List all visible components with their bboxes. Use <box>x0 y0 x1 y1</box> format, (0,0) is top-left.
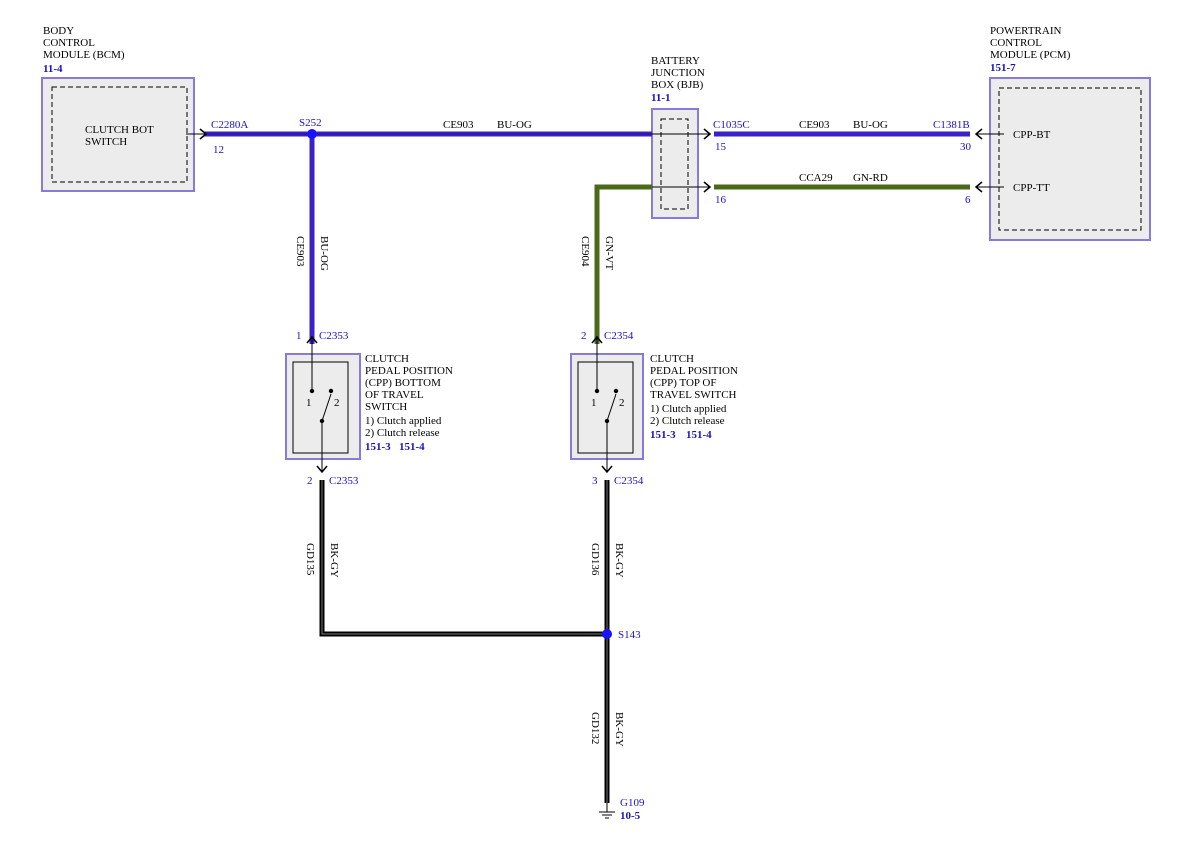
connector-c1381b: C1381B <box>933 119 970 131</box>
splice-s143-label: S143 <box>618 629 641 641</box>
connector-c2354-top: C2354 <box>604 330 634 342</box>
ground-g109-ref[interactable]: 10-5 <box>620 810 640 822</box>
cpp-bottom-states: 1) Clutch applied 2) Clutch release <box>365 415 442 439</box>
cpp-bottom-ref-1[interactable]: 151-3 <box>365 441 391 453</box>
pcm-title: POWERTRAIN CONTROL MODULE (PCM) <box>990 25 1071 61</box>
pcm-pin-cpp-bt: CPP-BT <box>1013 129 1051 141</box>
bjb-connector-arrows <box>703 128 712 193</box>
cpp-bottom-title: CLUTCH PEDAL POSITION (CPP) BOTTOM OF TR… <box>365 353 453 413</box>
circuit-gd135-id: GD135 <box>304 543 316 576</box>
circuit-gd132-id: GD132 <box>589 712 601 745</box>
bcm-ref[interactable]: 11-4 <box>43 63 63 75</box>
bjb-ref[interactable]: 11-1 <box>651 92 671 104</box>
circuit-ce903-vert-id: CE903 <box>294 236 306 267</box>
circuit-ce903-right-id: CE903 <box>799 119 830 131</box>
bcm-title: BODY CONTROL MODULE (BCM) <box>43 25 125 61</box>
circuit-ce903-right-color: BU-OG <box>853 119 888 131</box>
connector-c2353-top: C2353 <box>319 330 349 342</box>
cpp-top-ref-1[interactable]: 151-3 <box>650 429 676 441</box>
cpp-bottom-ref-2[interactable]: 151-4 <box>399 441 425 453</box>
connector-c2354-top-pin: 2 <box>581 330 587 342</box>
splice-s252-dot <box>307 129 317 139</box>
cpp-bottom-switch <box>285 335 361 474</box>
circuit-ce903-left-id: CE903 <box>443 119 474 131</box>
bjb-title: BATTERY JUNCTION BOX (BJB) <box>651 55 705 91</box>
cpp-bottom-pos-2: 2 <box>334 397 340 409</box>
pcm-pin-cpp-tt: CPP-TT <box>1013 182 1050 194</box>
cpp-top-ref-2[interactable]: 151-4 <box>686 429 712 441</box>
cpp-top-switch <box>570 335 644 474</box>
circuit-gd132-color: BK-GY <box>613 712 625 747</box>
pcm-module <box>989 77 1151 241</box>
bjb-module <box>596 108 710 219</box>
circuit-ce903-left-color: BU-OG <box>497 119 532 131</box>
ground-g109-label: G109 <box>620 797 645 809</box>
circuit-ce903-vert-color: BU-OG <box>318 236 330 271</box>
connector-c2353-bottom-pin: 2 <box>307 475 313 487</box>
connector-c2354-bottom: C2354 <box>614 475 644 487</box>
connector-c2353-bottom: C2353 <box>329 475 359 487</box>
connector-c1035c: C1035C <box>713 119 750 131</box>
circuit-ce904-color: GN-VT <box>603 236 615 271</box>
wire-gd135 <box>319 480 607 637</box>
circuit-ce904-id: CE904 <box>579 236 591 267</box>
connector-c2354-bottom-pin: 3 <box>592 475 598 487</box>
connector-c1035c-pin-15: 15 <box>715 141 726 153</box>
connector-c1035c-pin-16: 16 <box>715 194 726 206</box>
circuit-cca29-color: GN-RD <box>853 172 888 184</box>
cpp-top-pos-1: 1 <box>591 397 597 409</box>
connector-c1381b-pin-6: 6 <box>965 194 971 206</box>
connector-c2280a: C2280A <box>211 119 249 131</box>
ground-symbol-icon <box>599 803 615 819</box>
circuit-gd136-color: BK-GY <box>613 543 625 578</box>
connector-c2353-top-pin: 1 <box>296 330 302 342</box>
cpp-top-pos-2: 2 <box>619 397 625 409</box>
connector-c1381b-pin-30: 30 <box>960 141 971 153</box>
splice-s143-dot <box>602 629 612 639</box>
cpp-top-title: CLUTCH PEDAL POSITION (CPP) TOP OF TRAVE… <box>650 353 738 401</box>
bcm-switch-label: CLUTCH BOT SWITCH <box>85 124 154 148</box>
splice-s252-label: S252 <box>299 117 322 129</box>
circuit-cca29-id: CCA29 <box>799 172 833 184</box>
circuit-gd136-id: GD136 <box>589 543 601 576</box>
cpp-bottom-pos-1: 1 <box>306 397 312 409</box>
pcm-ref[interactable]: 151-7 <box>990 62 1016 74</box>
connector-c2280a-pin: 12 <box>213 144 224 156</box>
circuit-gd135-color: BK-GY <box>328 543 340 578</box>
cpp-top-states: 1) Clutch applied 2) Clutch release <box>650 403 727 427</box>
